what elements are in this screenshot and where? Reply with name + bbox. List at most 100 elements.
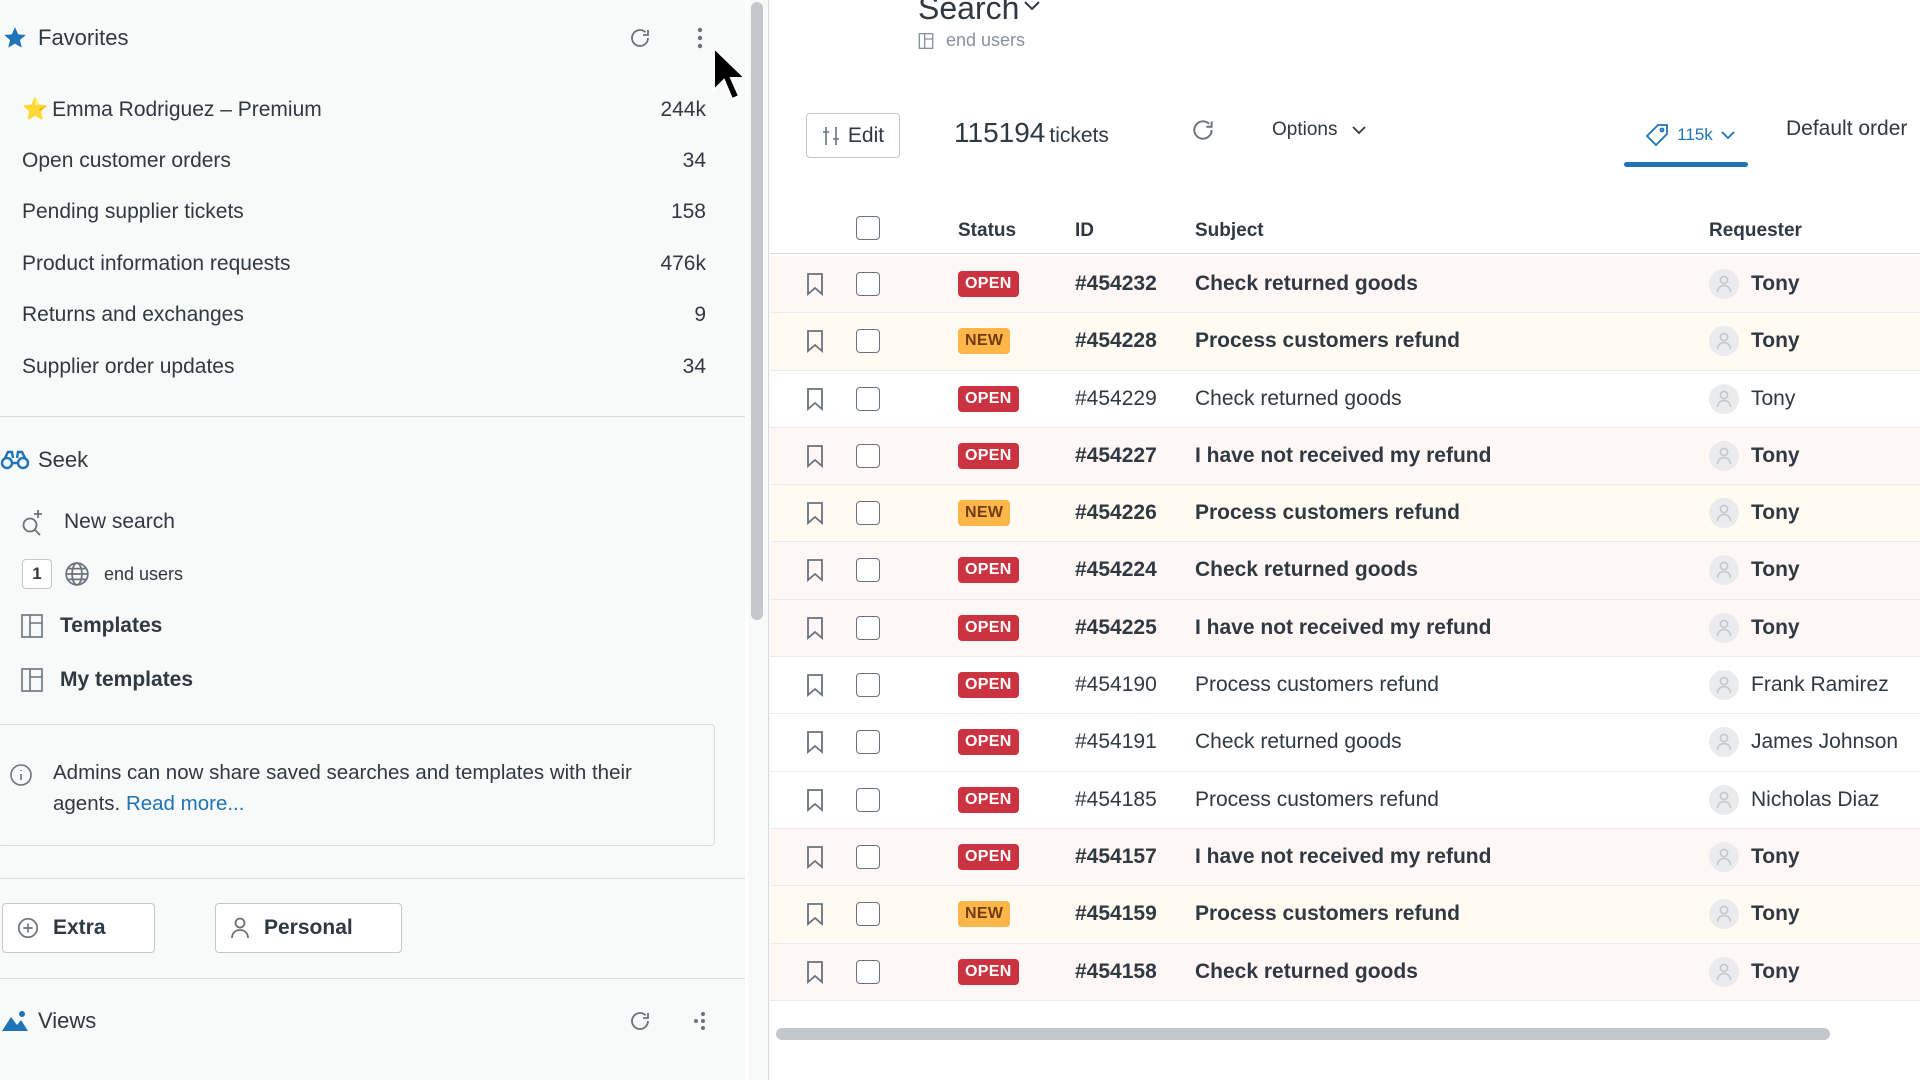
ticket-id[interactable]: #454159 xyxy=(1075,886,1157,942)
sort-order-dropdown[interactable]: Default order xyxy=(1786,117,1920,141)
read-more-link[interactable]: Read more... xyxy=(126,792,245,815)
table-row[interactable]: OPEN #454224 Check returned goods Tony xyxy=(770,542,1920,600)
bookmark-icon[interactable] xyxy=(806,714,824,770)
table-row[interactable]: NEW #454159 Process customers refund Tony xyxy=(770,886,1920,944)
ticket-subject[interactable]: I have not received my refund xyxy=(1195,428,1491,484)
requester-cell[interactable]: Tony xyxy=(1709,371,1795,427)
bookmark-icon[interactable] xyxy=(806,542,824,598)
options-dropdown[interactable]: Options xyxy=(1272,119,1367,141)
requester-cell[interactable]: Tony xyxy=(1709,428,1800,484)
table-row[interactable]: NEW #454228 Process customers refund Tony xyxy=(770,313,1920,371)
row-checkbox[interactable] xyxy=(856,772,880,828)
bookmark-icon[interactable] xyxy=(806,829,824,885)
ticket-id[interactable]: #454227 xyxy=(1075,428,1157,484)
ticket-subject[interactable]: Process customers refund xyxy=(1195,886,1460,942)
refresh-icon[interactable] xyxy=(620,1001,660,1041)
new-search-button[interactable]: New search xyxy=(20,508,175,536)
ticket-id[interactable]: #454185 xyxy=(1075,772,1157,828)
favorite-item[interactable]: Product information requests 476k xyxy=(0,238,720,289)
table-row[interactable]: OPEN #454191 Check returned goods James Joh… xyxy=(770,714,1920,772)
ticket-id[interactable]: #454228 xyxy=(1075,313,1157,369)
table-row[interactable]: OPEN #454185 Process customers refund Nicho… xyxy=(770,772,1920,829)
row-checkbox[interactable] xyxy=(856,944,880,1000)
drag-handle-icon[interactable] xyxy=(680,1001,720,1041)
refresh-icon[interactable] xyxy=(1190,117,1216,148)
bookmark-icon[interactable] xyxy=(806,886,824,942)
requester-cell[interactable]: Tony xyxy=(1709,600,1800,656)
ticket-id[interactable]: #454224 xyxy=(1075,542,1157,598)
ticket-id[interactable]: #454158 xyxy=(1075,944,1157,1000)
row-checkbox[interactable] xyxy=(856,313,880,369)
requester-cell[interactable]: Nicholas Diaz xyxy=(1709,772,1879,828)
requester-cell[interactable]: Tony xyxy=(1709,542,1800,598)
ticket-subject[interactable]: Check returned goods xyxy=(1195,256,1418,312)
row-checkbox[interactable] xyxy=(856,371,880,427)
ticket-subject[interactable]: Process customers refund xyxy=(1195,485,1460,541)
favorite-item[interactable]: ⭐ Emma Rodriguez – Premium 244k xyxy=(0,84,720,135)
table-row[interactable]: NEW #454226 Process customers refund Tony xyxy=(770,485,1920,543)
requester-cell[interactable]: Tony xyxy=(1709,944,1800,1000)
ticket-id[interactable]: #454232 xyxy=(1075,256,1157,312)
my-templates-item[interactable]: My templates xyxy=(20,667,193,693)
row-checkbox[interactable] xyxy=(856,886,880,942)
row-checkbox[interactable] xyxy=(856,600,880,656)
row-checkbox[interactable] xyxy=(856,428,880,484)
favorite-item[interactable]: Supplier order updates 34 xyxy=(0,341,720,392)
requester-cell[interactable]: James Johnson xyxy=(1709,714,1898,770)
ticket-id[interactable]: #454226 xyxy=(1075,485,1157,541)
requester-cell[interactable]: Frank Ramirez xyxy=(1709,657,1889,713)
column-subject[interactable]: Subject xyxy=(1195,220,1264,242)
row-checkbox[interactable] xyxy=(856,256,880,312)
requester-cell[interactable]: Tony xyxy=(1709,485,1800,541)
page-title-area[interactable]: Search xyxy=(918,0,1041,27)
ticket-subject[interactable]: Check returned goods xyxy=(1195,714,1402,770)
row-checkbox[interactable] xyxy=(856,542,880,598)
ticket-subject[interactable]: Check returned goods xyxy=(1195,944,1418,1000)
row-checkbox[interactable] xyxy=(856,829,880,885)
ticket-id[interactable]: #454225 xyxy=(1075,600,1157,656)
bookmark-icon[interactable] xyxy=(806,600,824,656)
scrollbar-thumb[interactable] xyxy=(751,2,763,620)
table-row[interactable]: OPEN #454232 Check returned goods Tony xyxy=(770,256,1920,314)
favorite-item[interactable]: Returns and exchanges 9 xyxy=(0,290,720,341)
bookmark-icon[interactable] xyxy=(806,313,824,369)
table-row[interactable]: OPEN #454190 Process customers refund Frank… xyxy=(770,657,1920,715)
edit-button[interactable]: Edit xyxy=(806,113,900,158)
row-checkbox[interactable] xyxy=(856,485,880,541)
scrollbar-thumb[interactable] xyxy=(776,1028,1830,1040)
column-requester[interactable]: Requester xyxy=(1709,220,1802,242)
table-row[interactable]: OPEN #454225 I have not received my refund… xyxy=(770,599,1920,658)
requester-cell[interactable]: Tony xyxy=(1709,886,1800,942)
bookmark-icon[interactable] xyxy=(806,944,824,1000)
column-status[interactable]: Status xyxy=(958,220,1016,242)
row-checkbox[interactable] xyxy=(856,657,880,713)
favorite-item[interactable]: Pending supplier tickets 158 xyxy=(0,187,720,238)
table-row[interactable]: OPEN #454227 I have not received my refund… xyxy=(770,427,1920,486)
bookmark-icon[interactable] xyxy=(806,485,824,541)
templates-item[interactable]: Templates xyxy=(20,613,162,639)
bookmark-icon[interactable] xyxy=(806,657,824,713)
ticket-subject[interactable]: Process customers refund xyxy=(1195,657,1439,713)
refresh-icon[interactable] xyxy=(620,18,660,58)
favorite-item[interactable]: Open customer orders 34 xyxy=(0,135,720,186)
requester-cell[interactable]: Tony xyxy=(1709,256,1800,312)
requester-cell[interactable]: Tony xyxy=(1709,829,1800,885)
ticket-subject[interactable]: I have not received my refund xyxy=(1195,600,1491,656)
ticket-subject[interactable]: Process customers refund xyxy=(1195,313,1460,369)
table-row[interactable]: OPEN #454158 Check returned goods Tony xyxy=(770,943,1920,1001)
sidebar-scrollbar[interactable] xyxy=(748,0,770,1080)
ticket-id[interactable]: #454190 xyxy=(1075,657,1157,713)
ticket-subject[interactable]: Check returned goods xyxy=(1195,371,1402,427)
ticket-subject[interactable]: Check returned goods xyxy=(1195,542,1418,598)
ticket-id[interactable]: #454191 xyxy=(1075,714,1157,770)
column-id[interactable]: ID xyxy=(1075,220,1094,242)
table-row[interactable]: OPEN #454157 I have not received my refund… xyxy=(770,828,1920,887)
bookmark-icon[interactable] xyxy=(806,371,824,427)
ticket-id[interactable]: #454157 xyxy=(1075,829,1157,885)
ticket-id[interactable]: #454229 xyxy=(1075,371,1157,427)
bookmark-icon[interactable] xyxy=(806,256,824,312)
bookmark-icon[interactable] xyxy=(806,428,824,484)
select-all-checkbox[interactable] xyxy=(856,216,880,240)
horizontal-scrollbar[interactable] xyxy=(774,1026,1920,1044)
bookmark-icon[interactable] xyxy=(806,772,824,828)
